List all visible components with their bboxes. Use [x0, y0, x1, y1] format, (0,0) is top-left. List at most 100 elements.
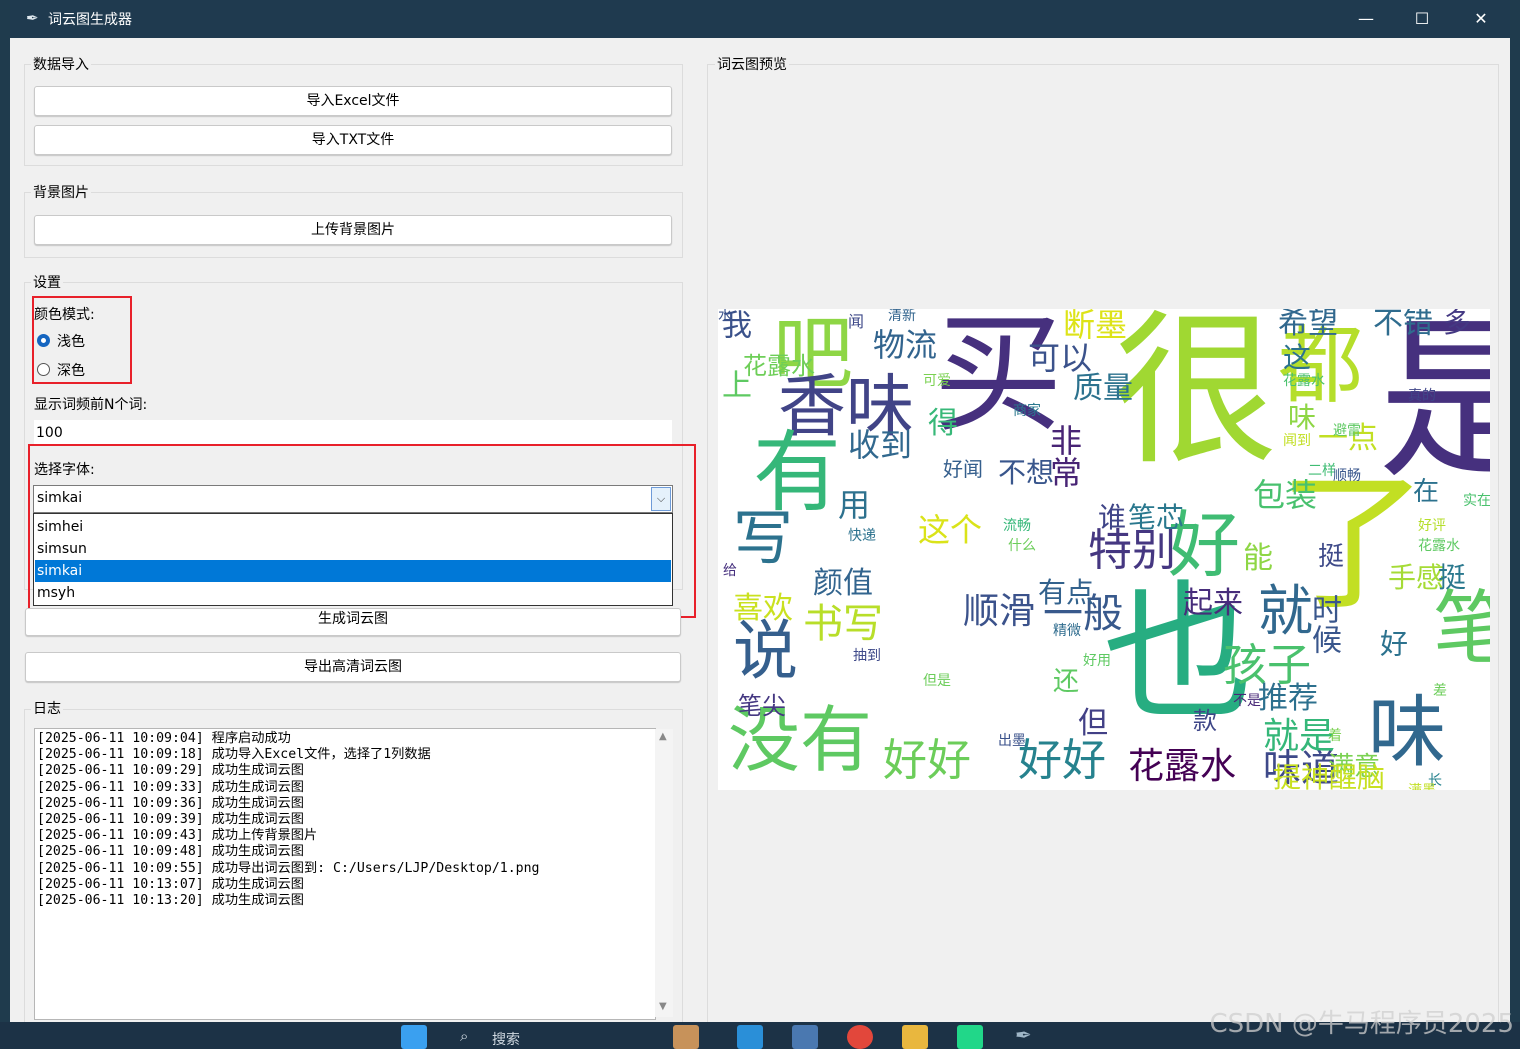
wordcloud-word: 特别	[1088, 525, 1176, 576]
wordcloud-word: 物流	[873, 326, 938, 364]
maximize-button[interactable]: ☐	[1399, 0, 1445, 38]
wordcloud-word: 时候	[1306, 594, 1341, 654]
feather-app-icon[interactable]: ✒	[1015, 1023, 1032, 1047]
wordcloud-word: 能	[1243, 541, 1273, 576]
wordcloud-word: 顺滑	[963, 591, 1036, 632]
wordcloud-word: 好好	[883, 735, 971, 786]
wordcloud-word: 谁	[1098, 501, 1127, 534]
close-button[interactable]: ✕	[1458, 0, 1504, 38]
wordcloud-word: 好评	[1418, 518, 1446, 534]
wordcloud-word: 好	[1376, 629, 1409, 657]
wordcloud-word: 不想	[998, 456, 1055, 489]
background-label: 背景图片	[31, 182, 91, 202]
wordcloud-word: 推荐	[1258, 681, 1318, 716]
log-line: [2025-06-11 10:09:29] 成功生成词云图	[37, 763, 304, 779]
minimize-button[interactable]: —	[1343, 0, 1389, 38]
wordcloud-word: 可爱	[923, 373, 951, 389]
wordcloud-word: 不错	[1373, 309, 1433, 341]
wordcloud-word: 快递	[848, 528, 876, 544]
wordcloud-word: 挺	[1438, 561, 1467, 594]
wordcloud-image: 很买是了也吧香味有都笔说没有味好写特别就孩子 好好 好好 花露水 味道 一般 顺滑 书写 颜值喜…	[718, 309, 1490, 790]
log-line: [2025-06-11 10:09:33] 成功生成词云图	[37, 779, 304, 795]
wordcloud-word: 笔	[1433, 582, 1490, 675]
highlight-box-color-mode	[32, 296, 132, 384]
wordcloud-word: 精微	[1053, 623, 1081, 639]
wordcloud-word: 收到	[848, 426, 913, 464]
pycharm-icon[interactable]	[957, 1025, 983, 1049]
wordcloud-word: 写	[733, 504, 793, 574]
wordcloud-word: 手感	[1388, 561, 1445, 594]
import-excel-button[interactable]: 导入Excel文件	[34, 86, 672, 116]
wordcloud-word: 还	[1053, 667, 1080, 697]
wordcloud-word: 给	[723, 563, 737, 579]
wordcloud-word: 但是	[923, 673, 951, 689]
wordcloud-word: 用	[838, 486, 871, 524]
wordcloud-word: 上	[718, 369, 751, 399]
window-title: 词云图生成器	[48, 12, 132, 28]
log-line: [2025-06-11 10:09:55] 成功导出词云图到: C:/Users…	[37, 860, 540, 876]
wordcloud-word: 喜欢	[733, 591, 793, 626]
search-icon[interactable]: ⌕	[460, 1027, 468, 1045]
wordcloud-word: 就是	[1263, 716, 1336, 757]
vscode-icon[interactable]	[737, 1025, 763, 1049]
wordcloud-word: 款	[1193, 707, 1217, 735]
generate-wordcloud-button[interactable]: 生成词云图	[25, 608, 681, 636]
folder-icon[interactable]	[902, 1025, 928, 1049]
wordcloud-word: 提神醒脑	[1273, 761, 1386, 791]
wordcloud-word: 包装	[1253, 476, 1318, 514]
scroll-down-icon[interactable]: ▼	[659, 1001, 667, 1012]
wordcloud-word: 可以	[1028, 339, 1093, 377]
preview-label: 词云图预览	[715, 54, 789, 74]
data-import-label: 数据导入	[31, 54, 91, 74]
export-hd-button[interactable]: 导出高清词云图	[25, 652, 681, 682]
settings-label: 设置	[31, 272, 63, 292]
main-window: 数据导入 导入Excel文件 导入TXT文件 背景图片 上传背景图片 设置 颜色…	[10, 38, 1510, 1026]
wordcloud-word: 满墨	[1408, 784, 1436, 790]
wordcloud-word: 起来	[1183, 586, 1243, 621]
wordcloud-word: 花露水	[1128, 746, 1237, 787]
wordcloud-word: 得	[928, 406, 958, 441]
topn-input[interactable]: 100	[34, 420, 672, 446]
wordcloud-word: 闻	[848, 312, 865, 331]
title-bar: ✒ 词云图生成器 — ☐ ✕	[10, 0, 1510, 38]
log-line: [2025-06-11 10:09:18] 成功导入Excel文件，选择了1列数…	[37, 747, 431, 763]
import-txt-button[interactable]: 导入TXT文件	[34, 125, 672, 155]
topn-label: 显示词频前N个词:	[34, 397, 148, 413]
log-scrollbar[interactable]: ▲ ▼	[655, 729, 673, 1017]
log-line: [2025-06-11 10:09:39] 成功生成词云图	[37, 812, 304, 828]
log-textbox[interactable]: [2025-06-11 10:09:04] 程序启动成功 [2025-06-11 …	[34, 728, 673, 1020]
scroll-up-icon[interactable]: ▲	[659, 731, 667, 742]
wordcloud-word: 差	[1433, 683, 1447, 699]
log-line: [2025-06-11 10:09:48] 成功生成词云图	[37, 844, 304, 860]
windows-start-icon[interactable]	[401, 1025, 427, 1049]
wordcloud-word: 出墨	[998, 733, 1026, 749]
wordcloud-word: 书写	[803, 601, 883, 647]
log-line: [2025-06-11 10:13:07] 成功生成词云图	[37, 876, 304, 892]
wordcloud-word: 不是	[1233, 693, 1261, 709]
taskbar-app-icon-pc[interactable]	[792, 1025, 818, 1049]
wordcloud-word: 二样	[1308, 463, 1336, 479]
log-line: [2025-06-11 10:09:43] 成功上传背景图片	[37, 828, 318, 844]
taskbar-app-icon-cat[interactable]	[673, 1025, 699, 1049]
wordcloud-word: 好闻	[943, 457, 983, 481]
wordcloud-word: 说	[733, 614, 799, 689]
chrome-icon[interactable]	[847, 1025, 873, 1049]
wordcloud-word: 什么	[1008, 538, 1036, 554]
wordcloud-word: 就	[1258, 579, 1314, 643]
wordcloud-word: 好用	[1083, 653, 1111, 669]
wordcloud-word: 避雷	[1333, 423, 1361, 439]
wordcloud-word: 好好	[1018, 735, 1106, 786]
log-line: [2025-06-11 10:09:36] 成功生成词云图	[37, 795, 304, 811]
log-line: [2025-06-11 10:13:20] 成功生成词云图	[37, 893, 304, 909]
wordcloud-word: 真的	[1408, 388, 1436, 404]
taskbar-search-label[interactable]: 搜索	[492, 1029, 520, 1049]
wordcloud-word: 这	[1283, 341, 1312, 374]
wordcloud-word: 花露水	[1418, 538, 1460, 554]
wordcloud-word: 多	[1443, 309, 1472, 339]
wordcloud-word: 抽到	[853, 648, 881, 664]
wordcloud-word: 这个	[918, 511, 983, 549]
wordcloud-word: 商家	[1013, 403, 1041, 419]
upload-background-button[interactable]: 上传背景图片	[34, 215, 672, 245]
wordcloud-word: 顺畅	[1333, 468, 1361, 484]
wordcloud-word: 质量	[1073, 371, 1133, 406]
